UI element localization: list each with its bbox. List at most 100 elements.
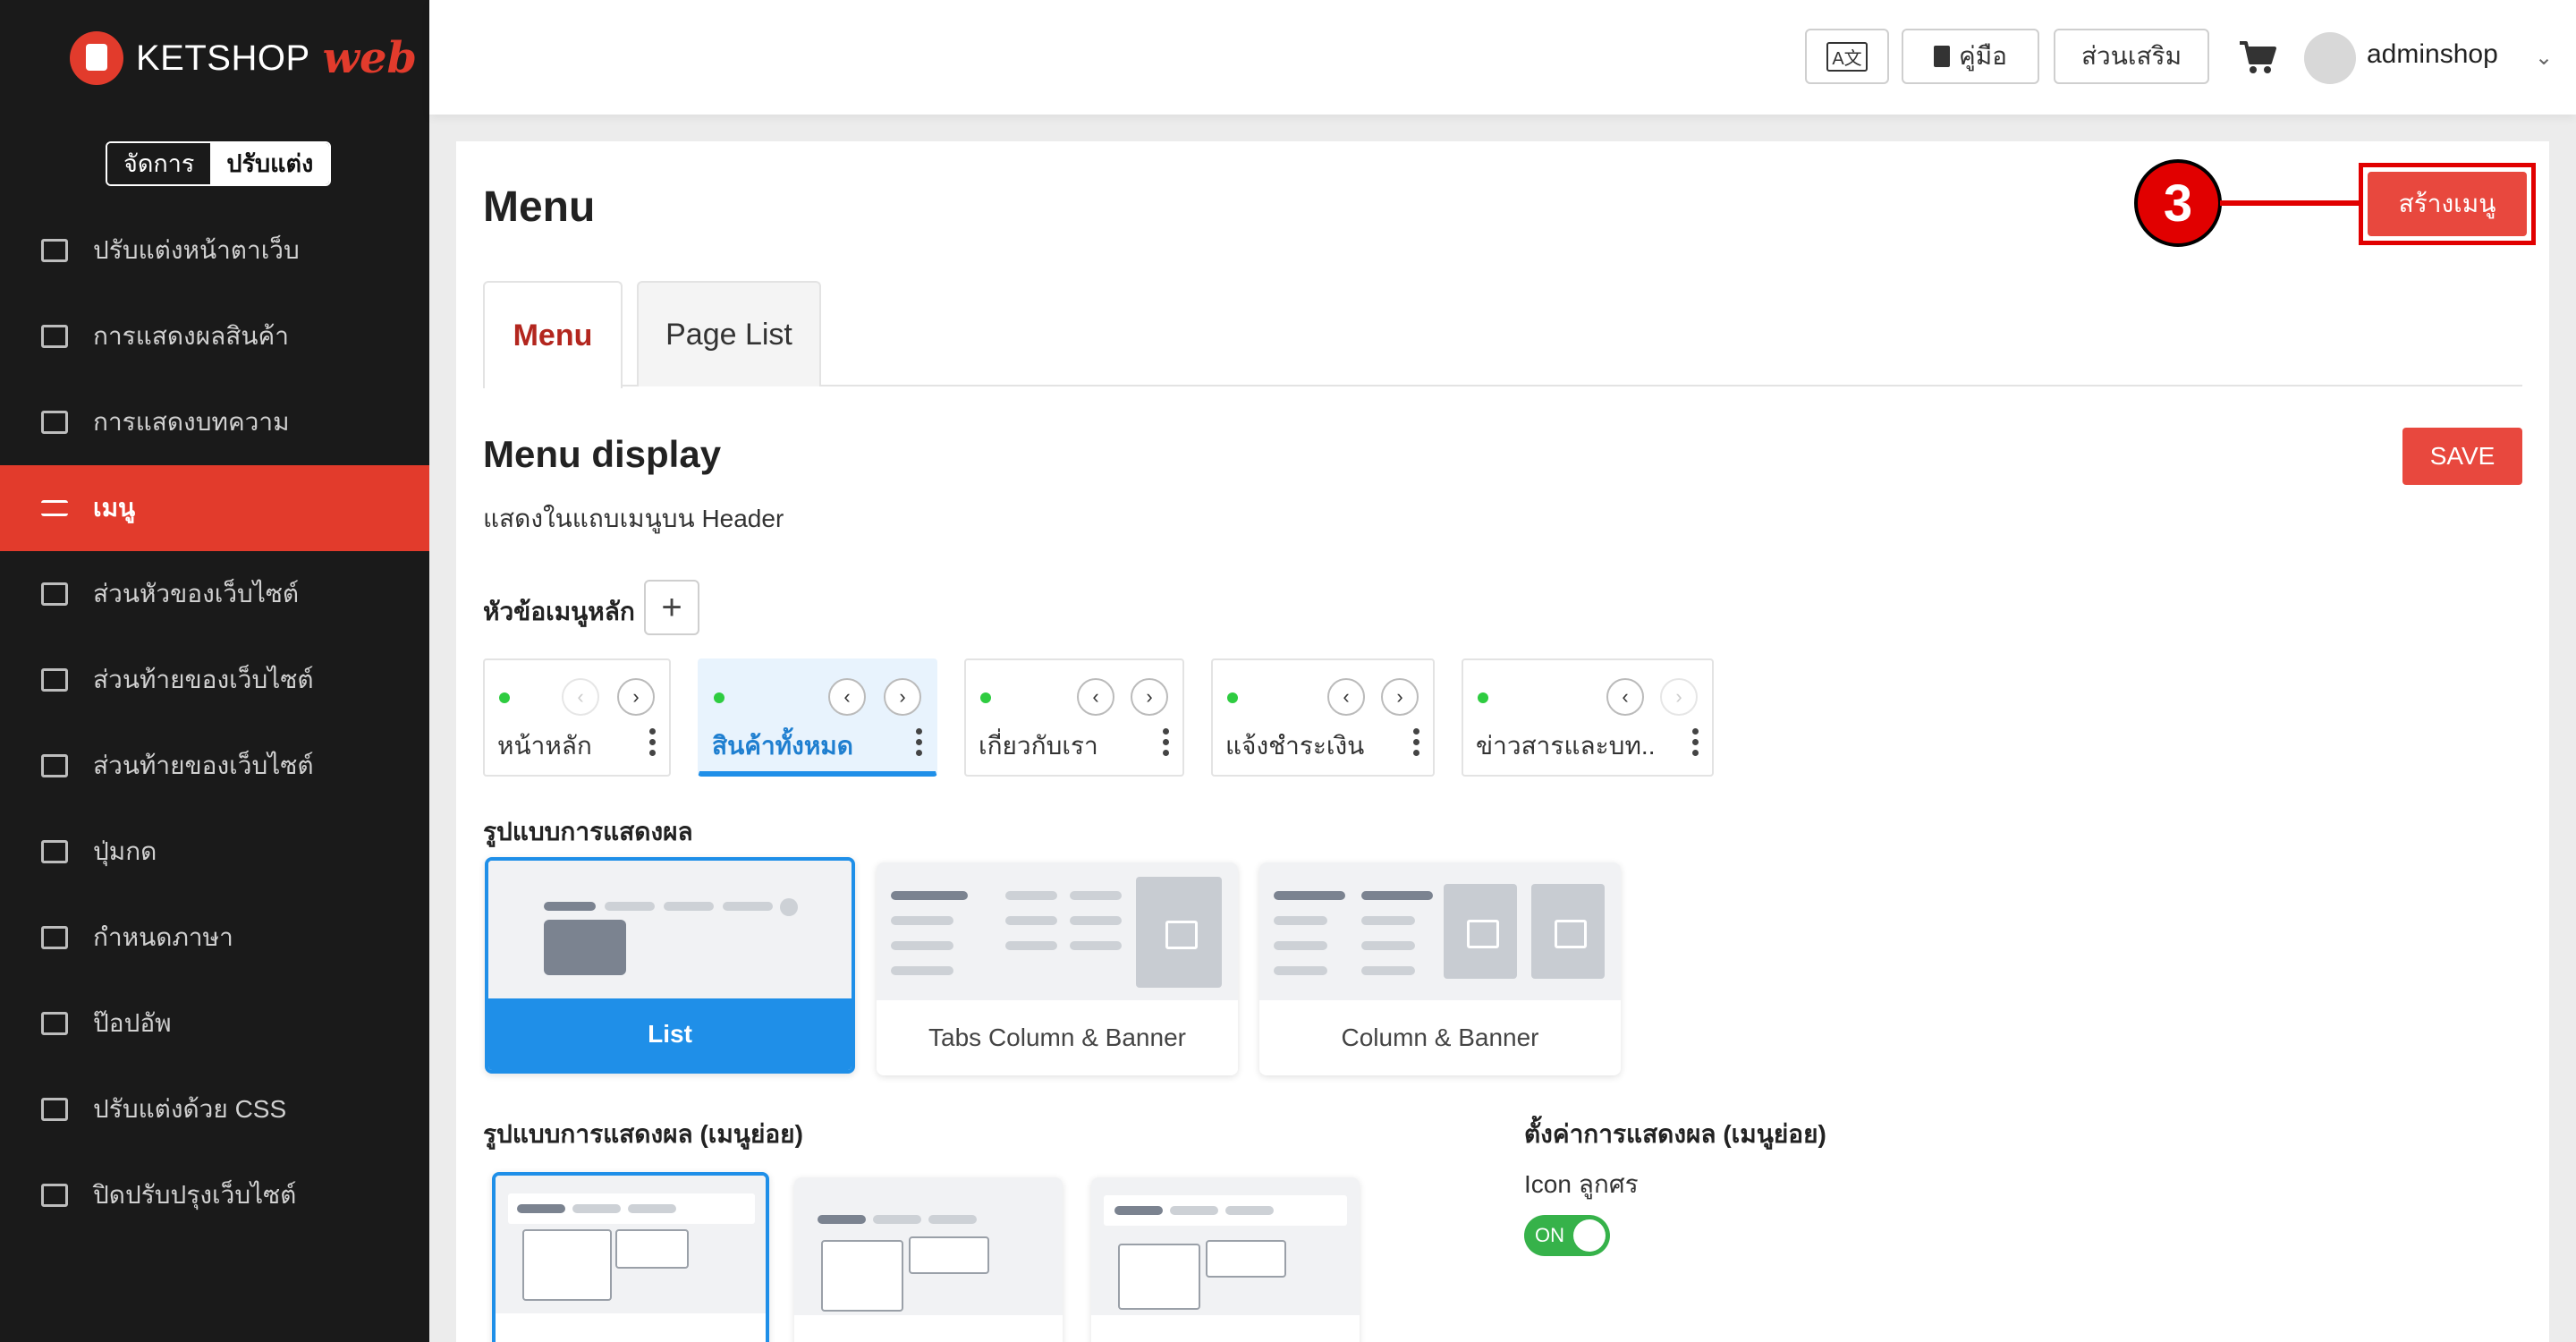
more-vertical-icon[interactable]: [916, 728, 923, 760]
list-preview: [488, 861, 852, 998]
icon-arrow-label: Icon ลูกศร: [1524, 1170, 1639, 1198]
sidebar-item-header[interactable]: ส่วนหัวของเว็บไซต์: [0, 551, 429, 637]
manual-button[interactable]: คู่มือ: [1902, 29, 2039, 84]
language-icon: A文: [1826, 41, 1868, 72]
column-banner-preview: [1259, 862, 1621, 1000]
sidebar-item-label: ส่วนหัวของเว็บไซต์: [93, 580, 300, 607]
sub-style-option-3[interactable]: [1091, 1177, 1360, 1342]
sidebar-item-popup[interactable]: ป๊อปอัพ: [0, 981, 429, 1066]
brand-mark-icon: [70, 31, 123, 85]
sub-display-style-label: รูปแบบการแสดงผล (เมนูย่อย): [483, 1120, 803, 1148]
chevron-left-icon[interactable]: ‹: [828, 678, 866, 716]
menu-item-news[interactable]: ‹ › ข่าวสารและบท..: [1462, 658, 1714, 777]
sidebar-item-label: ปรับแต่งหน้าตาเว็บ: [93, 236, 300, 264]
main-menu-label: หัวข้อเมนูหลัก: [483, 598, 635, 625]
chevron-right-icon[interactable]: ›: [617, 678, 655, 716]
chevron-left-icon: ‹: [562, 678, 599, 716]
brand-suffix: web: [322, 33, 418, 83]
sidebar-item-footer-2[interactable]: ส่วนท้ายของเว็บไซต์: [0, 723, 429, 809]
username[interactable]: adminshop: [2367, 39, 2498, 70]
display-style-caption: List: [488, 998, 852, 1070]
tabs-column-banner-preview: [877, 862, 1238, 1000]
more-vertical-icon[interactable]: [1413, 728, 1420, 760]
grid-icon: [41, 325, 68, 348]
sub-settings-label: ตั้งค่าการแสดงผล (เมนูย่อย): [1524, 1120, 1826, 1148]
step-badge: 3: [2134, 159, 2222, 247]
mode-switch: จัดการ ปรับแต่ง: [106, 141, 332, 186]
menu-item-label: สินค้าทั้งหมด: [712, 732, 853, 760]
status-dot: [980, 692, 991, 703]
display-style-column-banner[interactable]: Column & Banner: [1259, 862, 1621, 1075]
chevron-right-icon[interactable]: ›: [1131, 678, 1168, 716]
sidebar-item-label: การแสดงผลสินค้า: [93, 322, 289, 350]
mode-manage[interactable]: จัดการ: [107, 143, 211, 184]
section-subtitle: แสดงในแถบเมนูบน Header: [483, 505, 784, 532]
status-dot: [1478, 692, 1488, 703]
status-dot: [1227, 692, 1238, 703]
section-title: Menu display: [483, 433, 722, 475]
display-style-list[interactable]: List: [485, 857, 855, 1074]
avatar[interactable]: [2304, 32, 2356, 84]
display-style-caption: Column & Banner: [1259, 1000, 1621, 1075]
chevron-right-icon[interactable]: ›: [1381, 678, 1419, 716]
menu-item-home[interactable]: ‹ › หน้าหลัก: [483, 658, 671, 777]
sidebar-item-articles[interactable]: การแสดงบทความ: [0, 379, 429, 465]
sub-style-preview: [794, 1177, 1063, 1315]
menu-item-label: หน้าหลัก: [497, 732, 592, 760]
tab-page-list[interactable]: Page List: [637, 281, 821, 386]
sidebar-item-label: ส่วนท้ายของเว็บไซต์: [93, 752, 314, 779]
cart-icon[interactable]: [2238, 39, 2277, 75]
menu-item-payment[interactable]: ‹ › แจ้งชำระเงิน: [1211, 658, 1435, 777]
more-vertical-icon[interactable]: [1692, 728, 1699, 760]
mode-customize[interactable]: ปรับแต่ง: [210, 143, 330, 184]
sub-style-preview: [1091, 1177, 1360, 1315]
sidebar-item-products[interactable]: การแสดงผลสินค้า: [0, 293, 429, 379]
language-icon: [41, 926, 68, 949]
chevron-left-icon[interactable]: ‹: [1327, 678, 1365, 716]
sidebar-item-label: กำหนดภาษา: [93, 923, 233, 951]
step-connector: [2220, 200, 2361, 206]
toggle-icon: [41, 840, 68, 863]
article-icon: [41, 411, 68, 434]
more-vertical-icon[interactable]: [649, 728, 657, 760]
chevron-right-icon[interactable]: ›: [884, 678, 921, 716]
language-button[interactable]: A文: [1805, 29, 1889, 84]
sidebar-item-layout[interactable]: ปรับแต่งหน้าตาเว็บ: [0, 208, 429, 293]
page-title: Menu: [483, 183, 596, 231]
sidebar-item-buttons[interactable]: ปุ่มกด: [0, 809, 429, 895]
brand-logo[interactable]: KETSHOP web: [70, 27, 417, 89]
status-dot: [714, 692, 724, 703]
save-button[interactable]: SAVE: [2402, 428, 2522, 485]
chevron-left-icon[interactable]: ‹: [1077, 678, 1114, 716]
header-icon: [41, 582, 68, 606]
more-vertical-icon[interactable]: [1163, 728, 1170, 760]
menu-item-label: แจ้งชำระเงิน: [1225, 732, 1365, 760]
sidebar-item-css[interactable]: ปรับแต่งด้วย CSS: [0, 1066, 429, 1152]
sidebar-item-menu[interactable]: เมนู: [0, 465, 429, 551]
icon-arrow-toggle[interactable]: ON: [1524, 1215, 1610, 1256]
sidebar-item-label: การแสดงบทความ: [93, 408, 290, 436]
toggle-label: ON: [1535, 1224, 1564, 1246]
chevron-right-icon: ›: [1660, 678, 1698, 716]
chevron-down-icon[interactable]: ⌄: [2535, 45, 2553, 71]
sidebar-item-maintenance[interactable]: ปิดปรับปรุงเว็บไซต์: [0, 1152, 429, 1238]
menu-item-all-products[interactable]: ‹ › สินค้าทั้งหมด: [698, 658, 937, 777]
brand-name: KETSHOP: [136, 38, 310, 78]
sidebar: KETSHOP web จัดการ ปรับแต่ง ปรับแต่งหน้า…: [0, 0, 429, 1342]
menu-item-label: เกี่ยวกับเรา: [979, 732, 1098, 760]
sub-style-option-1[interactable]: [492, 1172, 769, 1342]
sub-style-option-2[interactable]: [794, 1177, 1063, 1342]
plus-icon: +: [661, 587, 682, 627]
create-menu-button[interactable]: สร้างเมนู: [2368, 172, 2527, 236]
addons-button[interactable]: ส่วนเสริม: [2054, 29, 2209, 84]
sidebar-item-footer[interactable]: ส่วนท้ายของเว็บไซต์: [0, 637, 429, 723]
tab-menu[interactable]: Menu: [483, 281, 623, 388]
css-icon: [41, 1098, 68, 1121]
add-menu-item-button[interactable]: +: [644, 580, 699, 635]
chevron-left-icon[interactable]: ‹: [1606, 678, 1644, 716]
menu-item-about[interactable]: ‹ › เกี่ยวกับเรา: [964, 658, 1184, 777]
create-highlight-frame: สร้างเมนู: [2359, 163, 2536, 245]
sidebar-item-language[interactable]: กำหนดภาษา: [0, 895, 429, 981]
display-style-tabs-column-banner[interactable]: Tabs Column & Banner: [877, 862, 1238, 1075]
layout-icon: [41, 239, 68, 262]
